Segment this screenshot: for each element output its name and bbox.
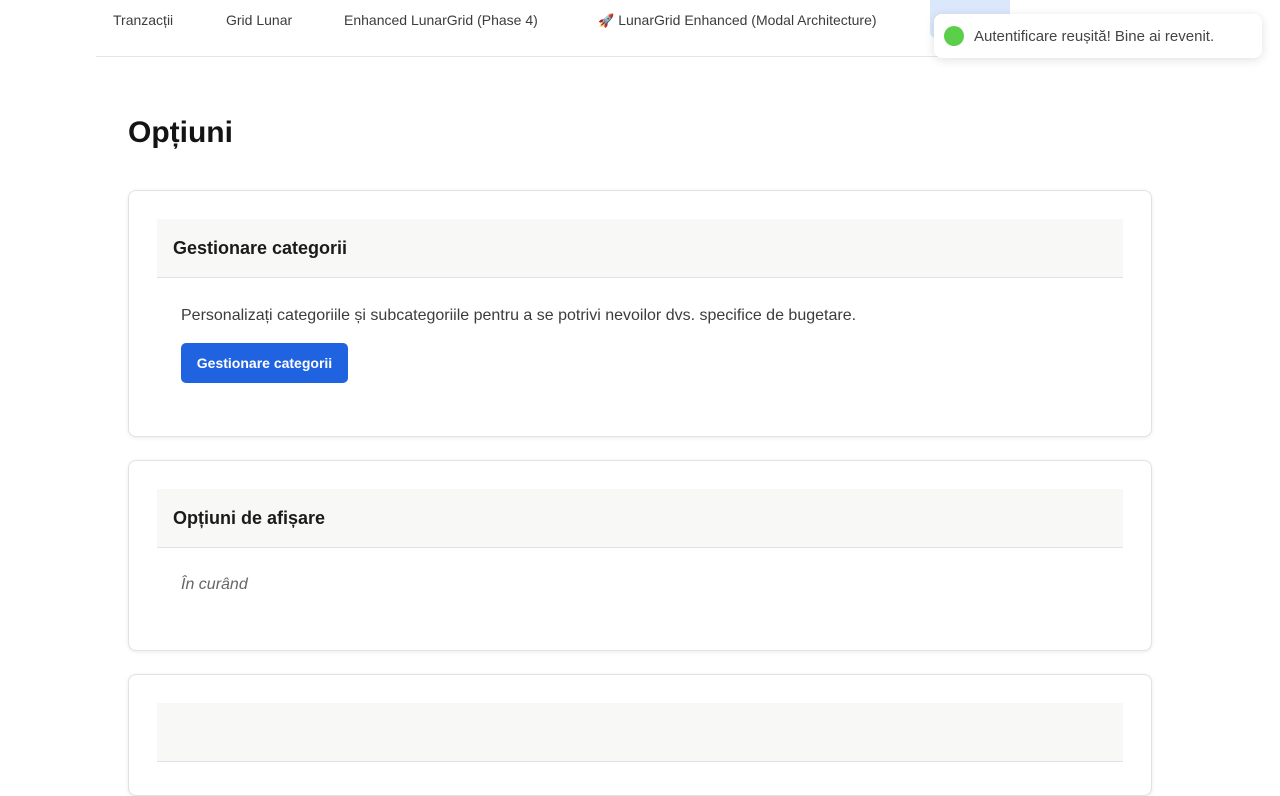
nav-item-label: LunarGrid Enhanced (Modal Architecture) [618, 12, 877, 28]
page-title: Opțiuni [128, 116, 233, 149]
nav-item-enhanced-lunargrid[interactable]: Enhanced LunarGrid (Phase 4) [344, 12, 538, 28]
rocket-icon: 🚀 [598, 13, 615, 28]
success-toast: Autentificare reușită! Bine ai revenit. [934, 14, 1262, 58]
success-status-icon [944, 26, 964, 46]
card-header: Gestionare categorii [157, 219, 1123, 278]
card-title: Opțiuni de afișare [173, 508, 326, 528]
nav-item-grid-lunar[interactable]: Grid Lunar [226, 12, 292, 28]
manage-categories-button[interactable]: Gestionare categorii [181, 343, 348, 383]
nav-item-tranzactii[interactable]: Tranzacții [113, 12, 173, 28]
nav-item-lunargrid-enhanced-modal[interactable]: 🚀 LunarGrid Enhanced (Modal Architecture) [598, 12, 877, 29]
display-options-card: Opțiuni de afișare În curând [128, 460, 1152, 651]
categories-card: Gestionare categorii Personalizați categ… [128, 190, 1152, 437]
coming-soon-text: În curând [181, 576, 248, 593]
card-title: Gestionare categorii [173, 238, 348, 258]
card-header [157, 703, 1123, 762]
card-header: Opțiuni de afișare [157, 489, 1123, 548]
toast-message: Autentificare reușită! Bine ai revenit. [974, 27, 1215, 45]
card-description: Personalizați categoriile și subcategori… [181, 307, 857, 324]
third-options-card [128, 674, 1152, 796]
